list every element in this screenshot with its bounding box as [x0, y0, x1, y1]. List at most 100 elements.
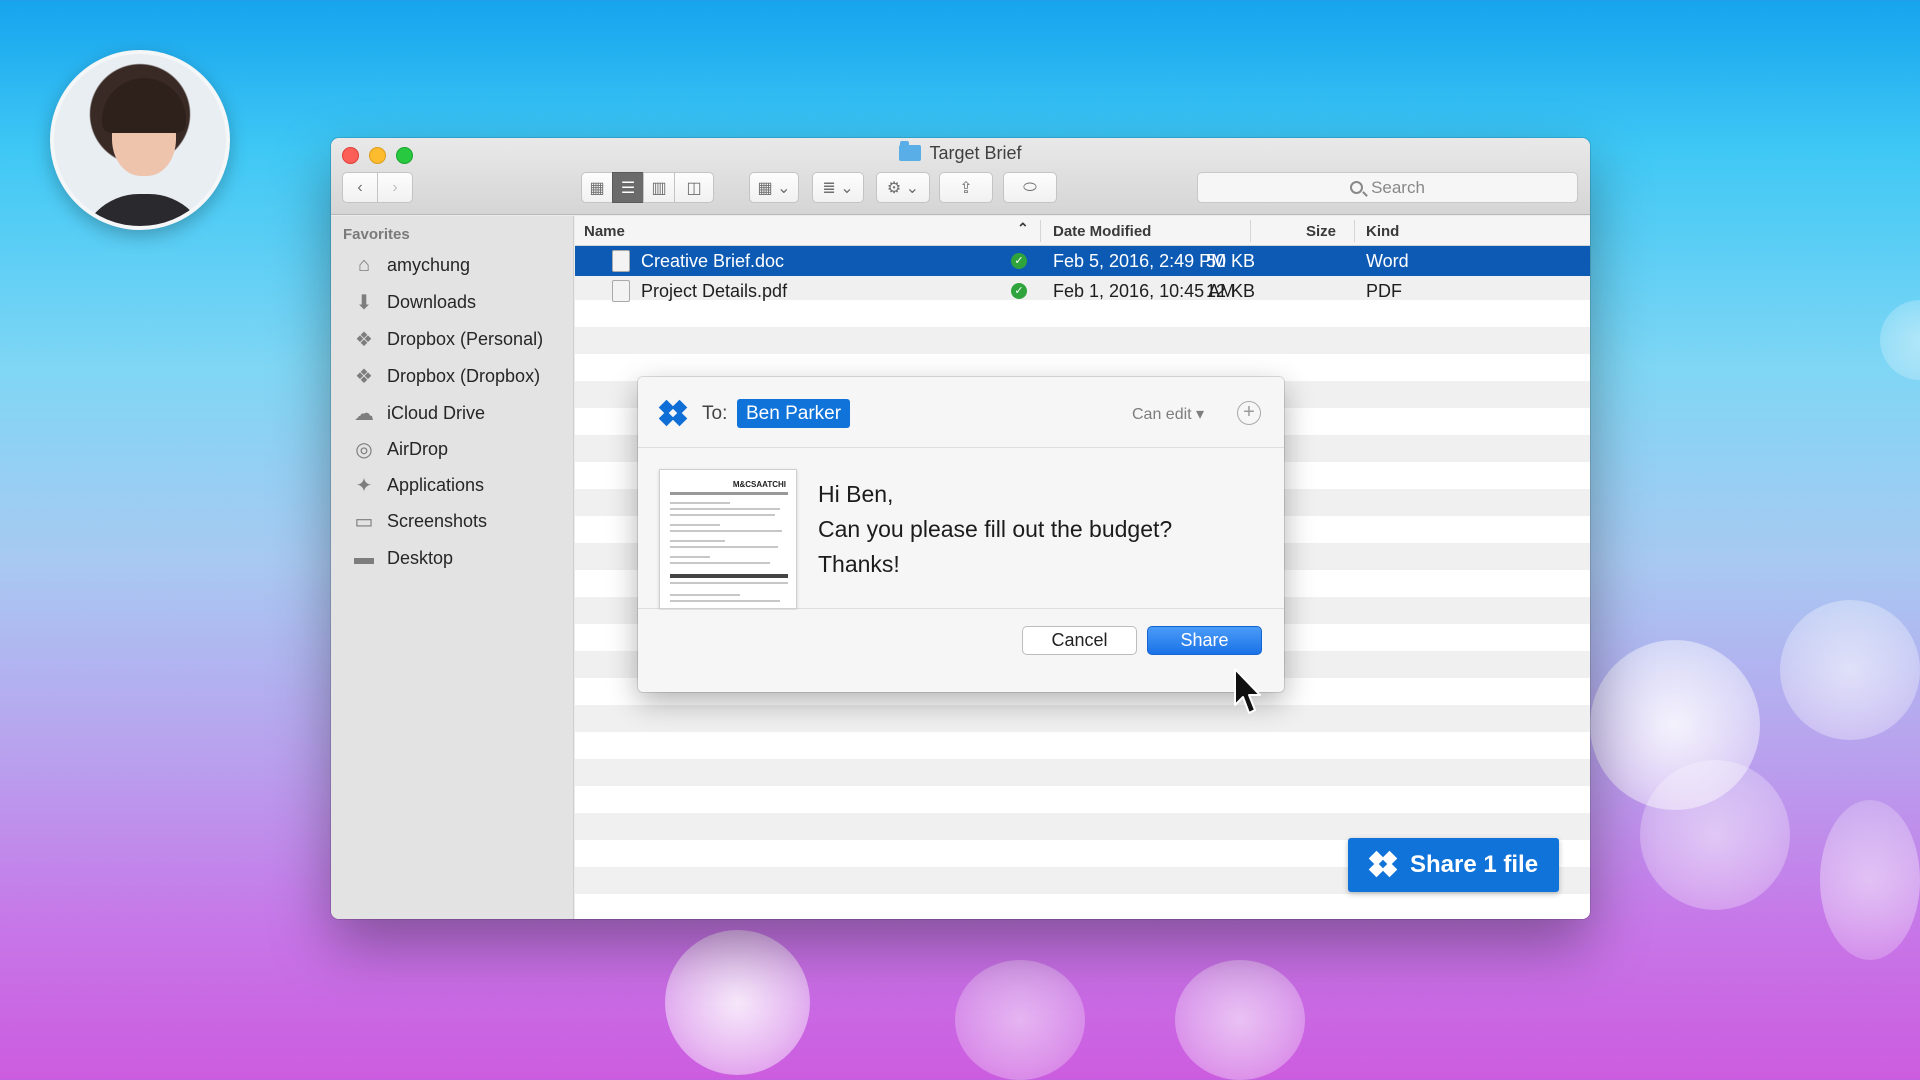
folder-icon: ▭ [354, 510, 374, 533]
permission-dropdown[interactable]: Can edit ▾ [1132, 404, 1204, 424]
bokeh-light [955, 960, 1085, 1080]
column-divider [1354, 220, 1355, 242]
sidebar-item-screenshots[interactable]: ▭ Screenshots [351, 506, 488, 536]
thumb-line [670, 546, 778, 548]
avatar-suit [79, 194, 209, 226]
airdrop-icon: ◎ [355, 438, 373, 461]
column-name[interactable]: Name [584, 223, 625, 240]
cover-flow-button[interactable]: ◫ [674, 172, 714, 203]
sidebar-item-label: iCloud Drive [387, 402, 486, 423]
share-dialog-header: To: Ben Parker Can edit ▾ + [638, 377, 1284, 448]
action-button[interactable]: ⚙ ⌄ [876, 172, 930, 203]
thumbnail-logo: M&CSAATCHI [732, 480, 786, 489]
cover-flow-icon: ◫ [686, 179, 702, 197]
sidebar-item-dropbox-personal[interactable]: ❖ Dropbox (Personal) [351, 324, 543, 354]
search-icon [1350, 181, 1364, 194]
table-row[interactable]: Project Details.pdf ✓ Feb 1, 2016, 10:45… [575, 276, 1590, 306]
group-icon: ▦ ⌄ [757, 179, 791, 197]
file-kind: PDF [1366, 281, 1402, 301]
list-icon: ☰ [620, 179, 636, 197]
group-button[interactable]: ▦ ⌄ [749, 172, 799, 203]
file-size: 12 KB [1206, 281, 1256, 301]
sidebar-item-downloads[interactable]: ⬇ Downloads [351, 287, 476, 317]
recipient-chip[interactable]: Ben Parker [737, 399, 851, 428]
sidebar-item-label: Dropbox (Dropbox) [387, 365, 541, 386]
sidebar-heading: Favorites [343, 226, 410, 243]
sidebar: Favorites ⌂ amychung ⬇ Downloads ❖ Dropbox … [331, 216, 574, 919]
window-title: Target Brief [331, 141, 1590, 164]
table-row[interactable]: Creative Brief.doc ✓ Feb 5, 2016, 2:49 P… [575, 246, 1590, 276]
bokeh-light [1820, 800, 1920, 960]
bokeh-light [1175, 960, 1305, 1080]
add-recipient-button[interactable]: + [1237, 401, 1261, 425]
sidebar-item-airdrop[interactable]: ◎ AirDrop [351, 434, 448, 464]
back-button[interactable]: ‹ [342, 172, 378, 203]
sidebar-item-amychung[interactable]: ⌂ amychung [351, 250, 470, 280]
share-dialog-footer: Cancel Share [638, 610, 1284, 692]
arrange-icon: ≣ ⌄ [822, 179, 854, 197]
share-button[interactable]: Share [1147, 626, 1262, 655]
sidebar-item-label: Applications [387, 474, 485, 495]
permission-value: Can edit [1132, 406, 1192, 423]
to-label: To: [702, 403, 728, 424]
sidebar-item-label: Downloads [387, 291, 477, 312]
sort-ascending-icon: ⌃ [1017, 220, 1029, 236]
share-toolbar-button[interactable]: ⇪ [939, 172, 993, 203]
bokeh-light [1880, 300, 1920, 380]
list-view-button[interactable]: ☰ [612, 172, 644, 203]
gear-icon: ⚙ ⌄ [886, 179, 920, 197]
bokeh-light [665, 930, 810, 1075]
dropbox-icon [658, 399, 688, 427]
grid-icon: ▦ [589, 179, 605, 197]
thumb-table-header [670, 574, 788, 578]
download-icon: ⬇ [355, 291, 373, 314]
sidebar-item-desktop[interactable]: ▬ Desktop [351, 543, 453, 573]
column-size[interactable]: Size [1306, 223, 1336, 240]
arrange-button[interactable]: ≣ ⌄ [812, 172, 864, 203]
sidebar-item-applications[interactable]: ✦ Applications [351, 470, 484, 500]
bokeh-light [1780, 600, 1920, 740]
column-view-button[interactable]: ▥ [643, 172, 675, 203]
chevron-right-icon: › [392, 178, 398, 196]
column-kind[interactable]: Kind [1366, 223, 1399, 240]
share-files-label: Share 1 file [1410, 851, 1539, 878]
plus-icon: + [1243, 401, 1255, 423]
dropbox-icon: ❖ [355, 365, 373, 388]
sidebar-item-dropbox-dropbox[interactable]: ❖ Dropbox (Dropbox) [351, 361, 540, 391]
document-thumbnail: M&CSAATCHI [659, 469, 797, 609]
thumb-line [670, 562, 770, 564]
thumb-line [670, 594, 740, 596]
title-bar: Target Brief ‹ › ▦ ☰ ▥ ◫ ▦ ⌄ ≣ ⌄ ⚙ ⌄ ⇪ ⬭… [331, 138, 1590, 215]
file-name: Project Details.pdf [641, 281, 788, 301]
column-divider [1250, 220, 1251, 242]
tags-button[interactable]: ⬭ [1003, 172, 1057, 203]
chevron-left-icon: ‹ [357, 178, 363, 196]
folder-icon [899, 141, 922, 161]
share-dialog: To: Ben Parker Can edit ▾ + M&CSAATCHI H… [638, 377, 1284, 692]
thumb-line [670, 540, 725, 542]
tag-icon: ⬭ [1023, 178, 1037, 196]
home-icon: ⌂ [357, 253, 371, 276]
message-line: Thanks! [818, 551, 900, 577]
column-header: Name ⌃ Date Modified Size Kind [575, 216, 1590, 246]
thumb-line [670, 582, 788, 584]
bokeh-light [1640, 760, 1790, 910]
cancel-button[interactable]: Cancel [1022, 626, 1137, 655]
presenter-avatar [50, 50, 230, 230]
column-date-modified[interactable]: Date Modified [1053, 223, 1151, 240]
search-field[interactable]: Search [1197, 172, 1578, 203]
share-files-button[interactable]: Share 1 file [1348, 838, 1559, 892]
sidebar-item-label: AirDrop [387, 438, 449, 459]
document-icon [612, 250, 630, 272]
file-name: Creative Brief.doc [641, 251, 785, 271]
icon-view-button[interactable]: ▦ [581, 172, 613, 203]
share-icon: ⇪ [959, 179, 973, 197]
forward-button[interactable]: › [377, 172, 413, 203]
dropbox-icon [1368, 850, 1398, 878]
thumb-line [670, 556, 710, 558]
cloud-icon: ☁ [354, 402, 374, 425]
sidebar-item-label: Desktop [387, 547, 454, 568]
message-text[interactable]: Hi Ben, Can you please fill out the budg… [818, 477, 1172, 582]
window-title-text: Target Brief [929, 143, 1022, 163]
sidebar-item-icloud-drive[interactable]: ☁ iCloud Drive [351, 398, 485, 428]
